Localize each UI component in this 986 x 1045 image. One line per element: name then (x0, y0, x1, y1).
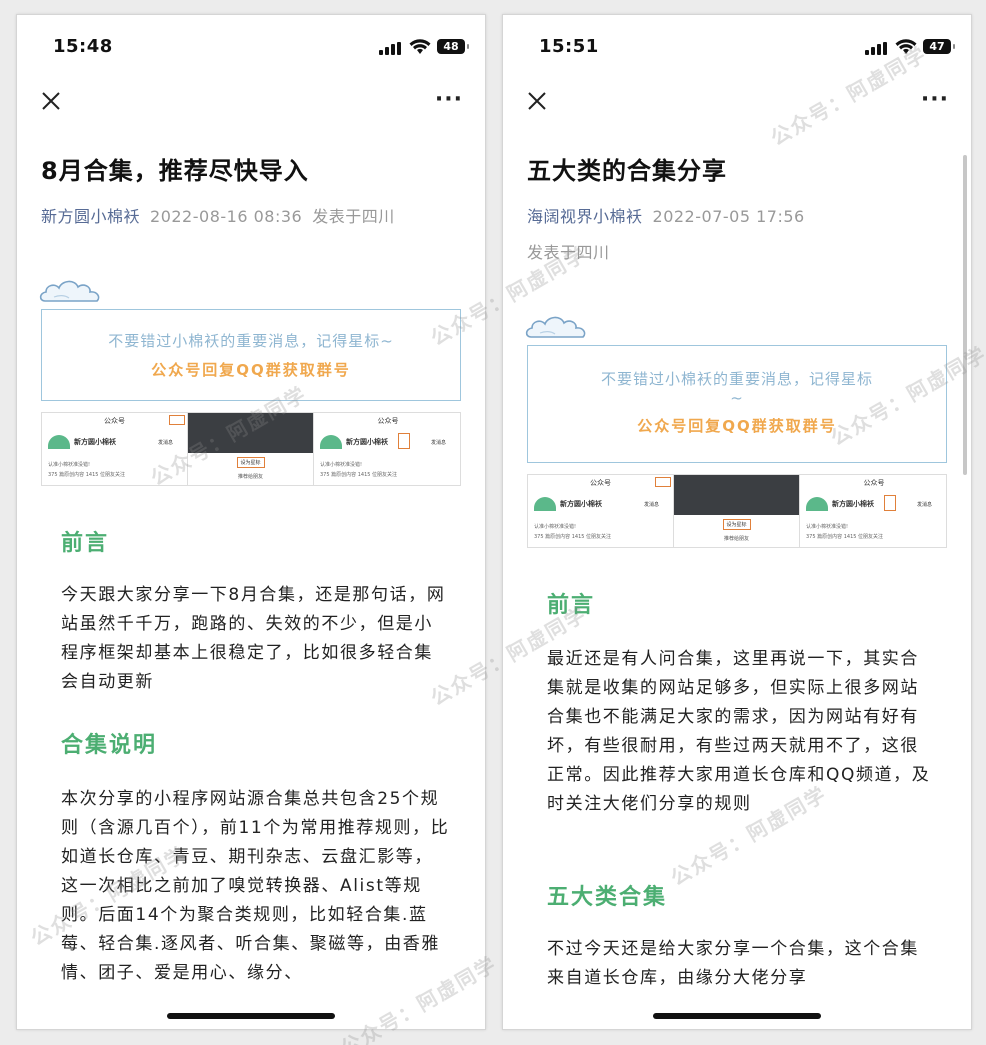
screenshot-collage: 15:48 48 ··· 8月合集，推荐尽快导入 新方圆小棉袄 2022-08-1… (0, 0, 986, 1045)
shot-share-btn: 推荐给朋友 (237, 474, 263, 480)
shot-avatar-2 (320, 435, 342, 449)
shot-highlight-more (169, 415, 185, 425)
shot-panel-profile: 公众号 新方圆小棉袄 发消息 认准小棉袄准没错! 375 篇原创内容 1415 … (528, 475, 674, 547)
notice-line2: 公众号回复QQ群获取群号 (637, 417, 837, 435)
notice-line1: 不要错过小棉袄的重要消息，记得星标~ (108, 332, 394, 350)
publish-date: 2022-07-05 17:56 (652, 207, 805, 226)
shot-name: 新方圆小棉袄 (74, 438, 116, 446)
shot-menu: 设为星标 推荐给朋友 (674, 515, 799, 547)
nav-bar: ··· (503, 85, 971, 125)
tutorial-screenshot: 公众号 新方圆小棉袄 发消息 认准小棉袄准没错! 375 篇原创内容 1415 … (527, 474, 947, 548)
more-icon[interactable]: ··· (921, 87, 949, 112)
section-body: 今天跟大家分享一下8月合集，还是那句话，网站虽然千千万，跑路的、失效的不少，但是… (61, 585, 446, 692)
shot-msg-btn: 发消息 (157, 440, 173, 446)
shot-panel-starred: 公众号 新方圆小棉袄 发消息 认准小棉袄准没错! 375 篇原创内容 1415 … (800, 475, 946, 547)
battery-icon: 48 (437, 39, 469, 54)
phone-right: 15:51 47 ··· 五大类的合集分享 海阔视界小棉袄 2022-07-05 … (502, 14, 972, 1030)
article-meta: 新方圆小棉袄 2022-08-16 08:36 发表于四川 (41, 203, 395, 227)
tutorial-screenshot: 公众号 新方圆小棉袄 发消息 认准小棉袄准没错! 375 篇原创内容 1415 … (41, 412, 461, 486)
phone-left: 15:48 48 ··· 8月合集，推荐尽快导入 新方圆小棉袄 2022-08-1… (16, 14, 486, 1030)
shot-sub2-2: 375 篇原创内容 1415 位朋友关注 (806, 534, 884, 540)
publish-date: 2022-08-16 08:36 (150, 207, 303, 226)
shot-msg-btn-2: 发消息 (430, 440, 446, 446)
shot-highlight-star (398, 433, 410, 449)
publish-location: 发表于四川 (527, 243, 610, 262)
shot-highlight-more (655, 477, 671, 487)
status-time: 15:48 (53, 36, 113, 57)
status-bar: 15:48 48 (17, 15, 485, 75)
home-indicator (167, 1013, 335, 1019)
notice-box: 不要错过小棉袄的重要消息，记得星标~ 公众号回复QQ群获取群号 (41, 309, 461, 401)
section-heading: 前言 (61, 531, 110, 556)
shot-msg-btn: 发消息 (643, 502, 659, 508)
author-link[interactable]: 海阔视界小棉袄 (527, 207, 643, 226)
section-body: 不过今天还是给大家分享一个合集，这个合集来自道长仓库，由缘分大佬分享 (547, 939, 919, 988)
shot-header-2: 公众号 (863, 479, 885, 487)
signal-icon (379, 42, 401, 55)
shot-sub2-2: 375 篇原创内容 1415 位朋友关注 (320, 472, 398, 478)
close-icon[interactable] (39, 89, 63, 113)
article-title: 8月合集，推荐尽快导入 (41, 157, 309, 185)
section-body: 本次分享的小程序网站源合集总共包含25个规则（含源几百个），前11个为常用推荐规… (61, 789, 450, 983)
shot-name: 新方圆小棉袄 (560, 500, 602, 508)
shot-panel-starred: 公众号 新方圆小棉袄 发消息 认准小棉袄准没错! 375 篇原创内容 1415 … (314, 413, 460, 485)
shot-share-btn: 推荐给朋友 (723, 536, 749, 542)
wifi-icon (895, 39, 917, 54)
shot-msg-btn-2: 发消息 (916, 502, 932, 508)
shot-star-btn: 设为星标 (236, 457, 265, 468)
shot-header: 公众号 (104, 417, 125, 425)
section-heading: 五大类合集 (547, 885, 668, 910)
battery-icon: 47 (923, 39, 955, 54)
notice-line2: 公众号回复QQ群获取群号 (151, 361, 351, 379)
publish-location: 发表于四川 (312, 207, 395, 226)
notice-box: 不要错过小棉袄的重要消息，记得星标 ~ 公众号回复QQ群获取群号 (527, 345, 947, 463)
shot-highlight-star (884, 495, 896, 511)
shot-sub2: 375 篇原创内容 1415 位朋友关注 (534, 534, 612, 540)
shot-avatar (48, 435, 70, 449)
wifi-icon (409, 39, 431, 54)
shot-name-2: 新方圆小棉袄 (832, 500, 874, 508)
shot-panel-menu: 设为星标 推荐给朋友 (674, 475, 800, 547)
status-time: 15:51 (539, 36, 599, 57)
cloud-icon (525, 316, 586, 338)
author-link[interactable]: 新方圆小棉袄 (41, 207, 140, 226)
nav-bar: ··· (17, 85, 485, 125)
shot-header-2: 公众号 (377, 417, 399, 425)
shot-name-2: 新方圆小棉袄 (346, 438, 388, 446)
signal-icon (865, 42, 887, 55)
shot-avatar-2 (806, 497, 828, 511)
shot-sub2: 375 篇原创内容 1415 位朋友关注 (48, 472, 126, 478)
shot-star-btn: 设为星标 (722, 519, 751, 530)
article-title: 五大类的合集分享 (527, 157, 727, 185)
article-meta: 海阔视界小棉袄 2022-07-05 17:56 (527, 203, 815, 227)
shot-panel-profile: 公众号 新方圆小棉袄 发消息 认准小棉袄准没错! 375 篇原创内容 1415 … (42, 413, 188, 485)
shot-panel-menu: 设为星标 推荐给朋友 (188, 413, 314, 485)
section-body: 最近还是有人问合集，这里再说一下，其实合集就是收集的网站足够多，但实际上很多网站… (547, 649, 931, 814)
shot-sub1: 认准小棉袄准没错! (48, 462, 91, 468)
status-bar: 15:51 47 (503, 15, 971, 75)
shot-sub1-2: 认准小棉袄准没错! (806, 524, 849, 530)
close-icon[interactable] (525, 89, 549, 113)
home-indicator (653, 1013, 821, 1019)
shot-header: 公众号 (590, 479, 611, 487)
shot-sub1: 认准小棉袄准没错! (534, 524, 577, 530)
shot-sub1-2: 认准小棉袄准没错! (320, 462, 363, 468)
notice-line1b: ~ (730, 389, 744, 407)
shot-menu: 设为星标 推荐给朋友 (188, 453, 313, 485)
more-icon[interactable]: ··· (435, 87, 463, 112)
notice-line1: 不要错过小棉袄的重要消息，记得星标 (600, 370, 873, 388)
shot-avatar (534, 497, 556, 511)
section-heading: 合集说明 (61, 733, 158, 758)
cloud-icon (39, 280, 100, 302)
scrollbar[interactable] (963, 155, 967, 475)
section-heading: 前言 (547, 593, 596, 618)
